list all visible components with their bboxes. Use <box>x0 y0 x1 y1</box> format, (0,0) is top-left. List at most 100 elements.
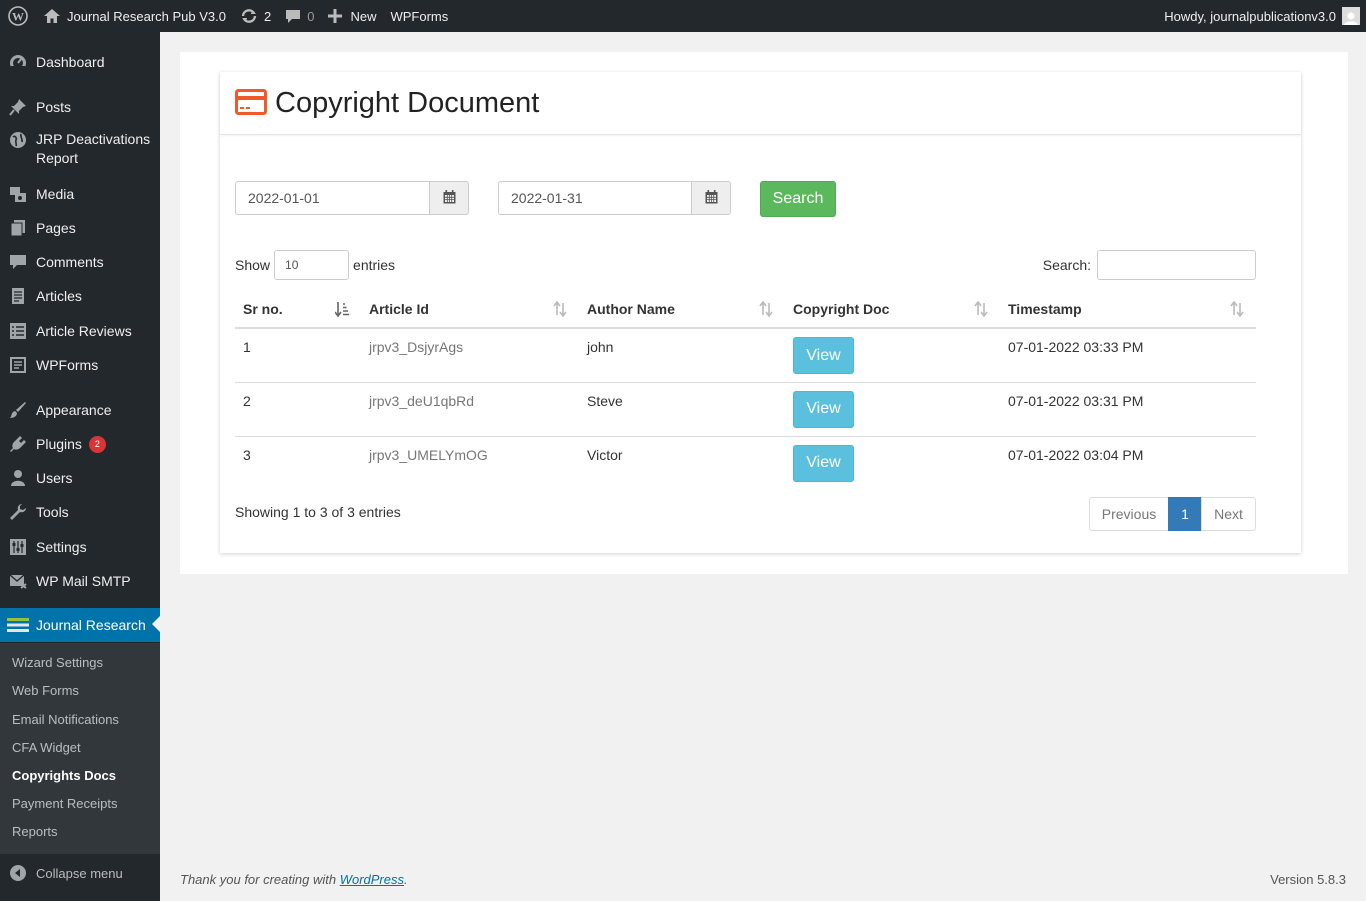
new-content-link[interactable]: New <box>321 0 383 32</box>
sort-icon <box>759 300 773 320</box>
media-icon <box>0 185 36 203</box>
table-row: 2 jrpv3_deU1qbRd Steve View 07-01-2022 0… <box>235 381 1256 436</box>
collapse-arrow-icon <box>0 865 36 881</box>
to-calendar-button[interactable] <box>691 181 731 215</box>
wordpress-link[interactable]: WordPress <box>340 872 404 887</box>
cell-sr: 2 <box>235 381 361 436</box>
submenu-wizard-settings[interactable]: Wizard Settings <box>12 654 103 672</box>
footer-version: Version 5.8.3 <box>1270 872 1346 887</box>
entries-select[interactable]: 10 <box>274 250 350 280</box>
svg-text:W: W <box>12 10 24 24</box>
show-label: Show <box>235 257 271 273</box>
cell-author: Steve <box>579 381 785 436</box>
table-header-row: Sr no. Article Id Author Name Copyright … <box>235 290 1256 329</box>
view-button[interactable]: View <box>793 390 854 428</box>
menu-wpforms[interactable]: WPForms <box>0 354 160 376</box>
menu-settings[interactable]: Settings <box>0 536 160 558</box>
site-name-link[interactable]: Journal Research Pub V3.0 <box>36 0 233 32</box>
submenu-copyrights-docs[interactable]: Copyrights Docs <box>12 767 116 785</box>
settings-icon <box>0 538 36 556</box>
submenu-cfa-widget[interactable]: CFA Widget <box>12 739 81 757</box>
next-page-button[interactable]: Next <box>1201 497 1256 531</box>
search-label: Search: <box>1042 257 1091 273</box>
menu-plugins[interactable]: Plugins 2 <box>0 433 160 455</box>
menu-dashboard[interactable]: Dashboard <box>0 51 160 73</box>
cell-author: john <box>587 339 614 355</box>
col-author-name[interactable]: Author Name <box>579 290 785 329</box>
from-date-input[interactable]: 2022-01-01 <box>235 181 429 215</box>
table-search-input[interactable] <box>1097 250 1256 280</box>
menu-tools[interactable]: Tools <box>0 501 160 523</box>
journal-research-submenu: Wizard Settings Web Forms Email Notifica… <box>0 643 160 854</box>
brush-icon <box>0 401 36 419</box>
menu-users[interactable]: Users <box>0 467 160 489</box>
cell-doc: View <box>785 381 1000 436</box>
list-icon <box>0 322 36 340</box>
menu-posts[interactable]: Posts <box>0 96 160 118</box>
to-date-input[interactable]: 2022-01-31 <box>498 181 691 215</box>
menu-articles[interactable]: Articles <box>0 285 160 307</box>
wpforms-label: WPForms <box>390 8 449 24</box>
dashboard-icon <box>0 53 36 71</box>
comments-count: 0 <box>307 8 315 24</box>
cell-doc: View <box>785 328 1000 382</box>
from-calendar-button[interactable] <box>429 181 469 215</box>
sort-asc-icon <box>334 301 349 320</box>
wpforms-link[interactable]: WPForms <box>383 0 455 32</box>
cell-author: Victor <box>579 435 785 490</box>
menu-journal-research[interactable]: Journal Research <box>0 608 160 642</box>
submenu-payment-receipts[interactable]: Payment Receipts <box>12 795 118 813</box>
wordpress-logo-icon[interactable]: W <box>0 0 36 32</box>
col-timestamp[interactable]: Timestamp <box>1000 290 1256 329</box>
journal-icon <box>0 616 36 634</box>
to-date-picker: 2022-01-31 <box>498 181 731 215</box>
menu-comments[interactable]: Comments <box>0 251 160 273</box>
comments-link[interactable]: 0 <box>278 0 321 32</box>
sort-icon <box>1230 300 1244 320</box>
page-1-button[interactable]: 1 <box>1168 497 1202 531</box>
menu-article-reviews[interactable]: Article Reviews <box>0 320 160 342</box>
col-copyright-doc[interactable]: Copyright Doc <box>785 290 1000 329</box>
menu-wp-mail-smtp[interactable]: WP Mail SMTP <box>0 570 160 592</box>
pin-icon <box>0 98 36 116</box>
forms-icon <box>0 356 36 374</box>
avatar <box>1342 7 1360 25</box>
view-button[interactable]: View <box>793 444 854 482</box>
view-button[interactable]: View <box>793 337 854 374</box>
pages-icon <box>0 219 36 237</box>
sort-icon <box>553 300 567 320</box>
previous-page-button[interactable]: Previous <box>1089 497 1169 531</box>
plugins-update-badge: 2 <box>88 435 106 453</box>
new-label: New <box>350 8 377 24</box>
cell-article-id: jrpv3_deU1qbRd <box>361 381 579 436</box>
calendar-icon <box>705 189 718 207</box>
submenu-email-notifications[interactable]: Email Notifications <box>12 711 119 729</box>
collapse-menu-button[interactable]: Collapse menu <box>0 862 160 884</box>
cell-doc: View <box>785 435 1000 490</box>
col-article-id[interactable]: Article Id <box>361 290 579 329</box>
account-menu[interactable]: Howdy, journalpublicationv3.0 <box>1157 0 1366 32</box>
user-icon <box>0 469 36 487</box>
search-button[interactable]: Search <box>760 181 836 217</box>
mail-icon <box>0 572 36 590</box>
pagination: Previous 1 Next <box>1089 497 1256 531</box>
card-header: Copyright Document <box>220 72 1301 135</box>
copyright-card: Copyright Document 2022-01-01 2022-01-31… <box>220 72 1301 553</box>
updates-link[interactable]: 2 <box>233 0 278 32</box>
copyright-table: Sr no. Article Id Author Name Copyright … <box>235 290 1256 490</box>
col-sr-no[interactable]: Sr no. <box>235 290 361 329</box>
cell-timestamp: 07-01-2022 03:33 PM <box>1008 339 1144 355</box>
menu-appearance[interactable]: Appearance <box>0 399 160 421</box>
cell-article-id: jrpv3_UMELYmOG <box>361 435 579 490</box>
table-filter: Search: <box>1043 250 1256 280</box>
menu-pages[interactable]: Pages <box>0 217 160 239</box>
menu-jrp-deactivations[interactable]: JRP Deactivations Report <box>0 130 160 170</box>
menu-media[interactable]: Media <box>0 183 160 205</box>
submenu-reports[interactable]: Reports <box>12 823 58 841</box>
table-info: Showing 1 to 3 of 3 entries <box>235 504 401 520</box>
admin-sidebar: Dashboard Posts JRP Deactivations Report… <box>0 32 160 901</box>
cell-article-id: jrpv3_DsjyrAgs <box>369 339 464 355</box>
submenu-web-forms[interactable]: Web Forms <box>12 682 79 700</box>
wrench-icon <box>0 503 36 521</box>
cell-timestamp: 07-01-2022 03:04 PM <box>1000 435 1256 490</box>
